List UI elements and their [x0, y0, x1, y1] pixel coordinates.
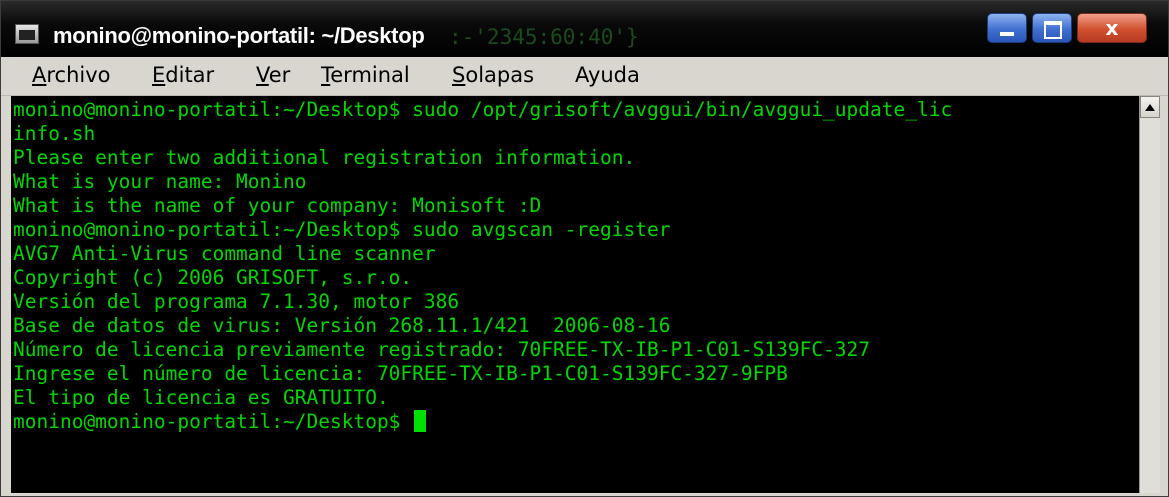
terminal-icon — [15, 24, 39, 44]
terminal-line: Ingrese el número de licencia: 70FREE-TX… — [13, 362, 788, 385]
arrow-up-icon[interactable] — [1140, 96, 1160, 118]
minimize-button[interactable] — [987, 13, 1027, 43]
terminal-line: monino@monino-portatil:~/Desktop$ sudo a… — [13, 218, 671, 241]
terminal-line: monino@monino-portatil:~/Desktop$ sudo /… — [13, 98, 953, 121]
terminal-line: AVG7 Anti-Virus command line scanner — [13, 242, 436, 265]
menu-archivo[interactable]: Archivo — [32, 63, 111, 87]
terminal-output[interactable]: monino@monino-portatil:~/Desktop$ sudo /… — [11, 96, 1139, 493]
menu-ayuda[interactable]: Ayuda — [575, 63, 640, 87]
terminal-line: Copyright (c) 2006 GRISOFT, s.r.o. — [13, 266, 413, 289]
menu-solapas[interactable]: Solapas — [452, 63, 534, 87]
menu-bar: Archivo Editar Ver Terminal Solapas Ayud… — [1, 57, 1168, 96]
close-button[interactable]: x — [1077, 13, 1147, 43]
terminal-line: Número de licencia previamente registrad… — [13, 338, 871, 361]
maximize-button[interactable] — [1032, 13, 1072, 43]
terminal-line: Versión del programa 7.1.30, motor 386 — [13, 290, 460, 313]
menu-terminal[interactable]: Terminal — [321, 63, 410, 87]
terminal-line: What is your name: Monino — [13, 170, 307, 193]
terminal-line: info.sh — [13, 122, 96, 145]
terminal-prompt-line: monino@monino-portatil:~/Desktop$ — [13, 410, 427, 434]
terminal-line: Base de datos de virus: Versión 268.11.1… — [13, 314, 671, 337]
close-icon: x — [1105, 16, 1119, 40]
title-bar[interactable]: monino@monino-portatil: ~/Desktop :-'234… — [1, 1, 1168, 57]
terminal-line: What is the name of your company: Moniso… — [13, 194, 542, 217]
terminal-line: Please enter two additional registration… — [13, 146, 636, 169]
vertical-scrollbar[interactable] — [1139, 96, 1160, 493]
prompt-text: monino@monino-portatil:~/Desktop$ — [13, 410, 413, 433]
title-background-text: :-'2345:60:40'} — [449, 25, 639, 49]
terminal-window: monino@monino-portatil: ~/Desktop :-'234… — [0, 0, 1169, 497]
menu-editar[interactable]: Editar — [152, 63, 214, 87]
text-cursor — [414, 410, 427, 432]
maximize-icon — [1033, 14, 1071, 42]
menu-ver[interactable]: Ver — [256, 63, 290, 87]
window-title: monino@monino-portatil: ~/Desktop — [53, 23, 425, 48]
terminal-line: El tipo de licencia es GRATUITO. — [13, 386, 389, 409]
minimize-icon — [988, 14, 1026, 42]
